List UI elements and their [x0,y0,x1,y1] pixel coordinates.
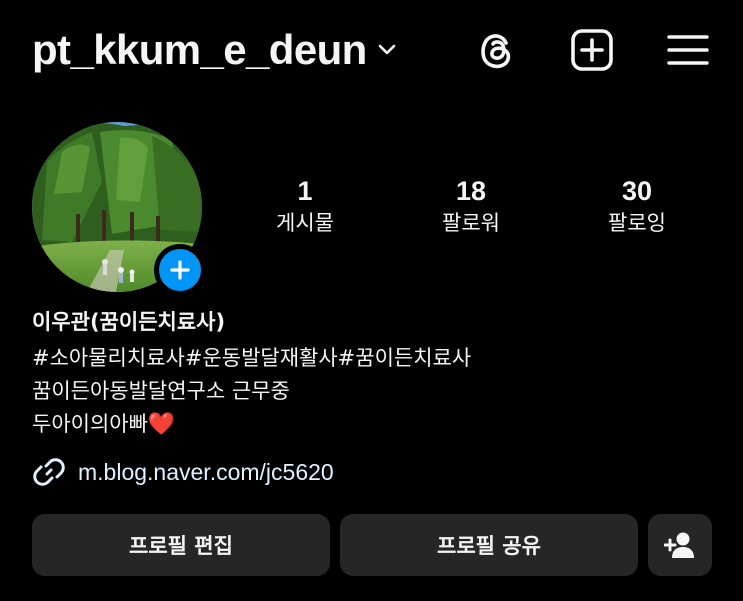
profile-link[interactable]: m.blog.naver.com/jc5620 [32,454,334,490]
posts-label: 게시물 [276,211,334,235]
username: pt_kkum_e_deun [32,26,367,73]
posts-count: 1 [297,176,313,206]
profile-stats: 1 게시물 18 팔로워 30 팔로잉 [230,176,723,246]
add-person-icon [664,532,694,558]
profile-bio: 이우관(꿈이든치료사) #소아물리치료사#운동발달재활사#꿈이든치료사 꿈이든아… [32,306,712,441]
link-text: m.blog.naver.com/jc5620 [78,458,334,485]
threads-button[interactable] [475,28,519,72]
link-icon [33,458,65,486]
add-story-button[interactable] [154,244,206,296]
stat-followers[interactable]: 18 팔로워 [396,176,546,238]
bio-family-line: 두아이의아빠❤️ [32,408,712,441]
bio-family: 두아이의아빠 [32,412,148,436]
following-label: 팔로잉 [608,211,666,235]
display-name: 이우관(꿈이든치료사) [32,310,226,334]
chevron-down-icon [378,44,396,55]
share-profile-button[interactable]: 프로필 공유 [340,514,638,576]
profile-header: pt_kkum_e_deun [32,20,711,80]
following-count: 30 [621,176,653,206]
edit-profile-button[interactable]: 프로필 편집 [32,514,330,576]
stat-posts[interactable]: 1 게시물 [230,176,380,238]
heart-emoji: ❤️ [147,412,176,437]
plus-icon [170,260,190,280]
bio-workplace: 꿈이든아동발달연구소 근무중 [32,379,290,403]
stat-following[interactable]: 30 팔로잉 [562,176,712,238]
account-switcher[interactable]: pt_kkum_e_deun [32,20,399,80]
followers-label: 팔로워 [442,211,500,235]
threads-icon [481,34,511,69]
bio-hashtags: #소아물리치료사#운동발달재활사#꿈이든치료사 [32,346,472,370]
plus-square-icon [571,29,613,71]
menu-button[interactable] [666,28,710,72]
create-button[interactable] [570,28,614,72]
discover-people-button[interactable] [648,514,712,576]
followers-count: 18 [455,176,487,206]
hamburger-menu-icon [667,35,709,65]
